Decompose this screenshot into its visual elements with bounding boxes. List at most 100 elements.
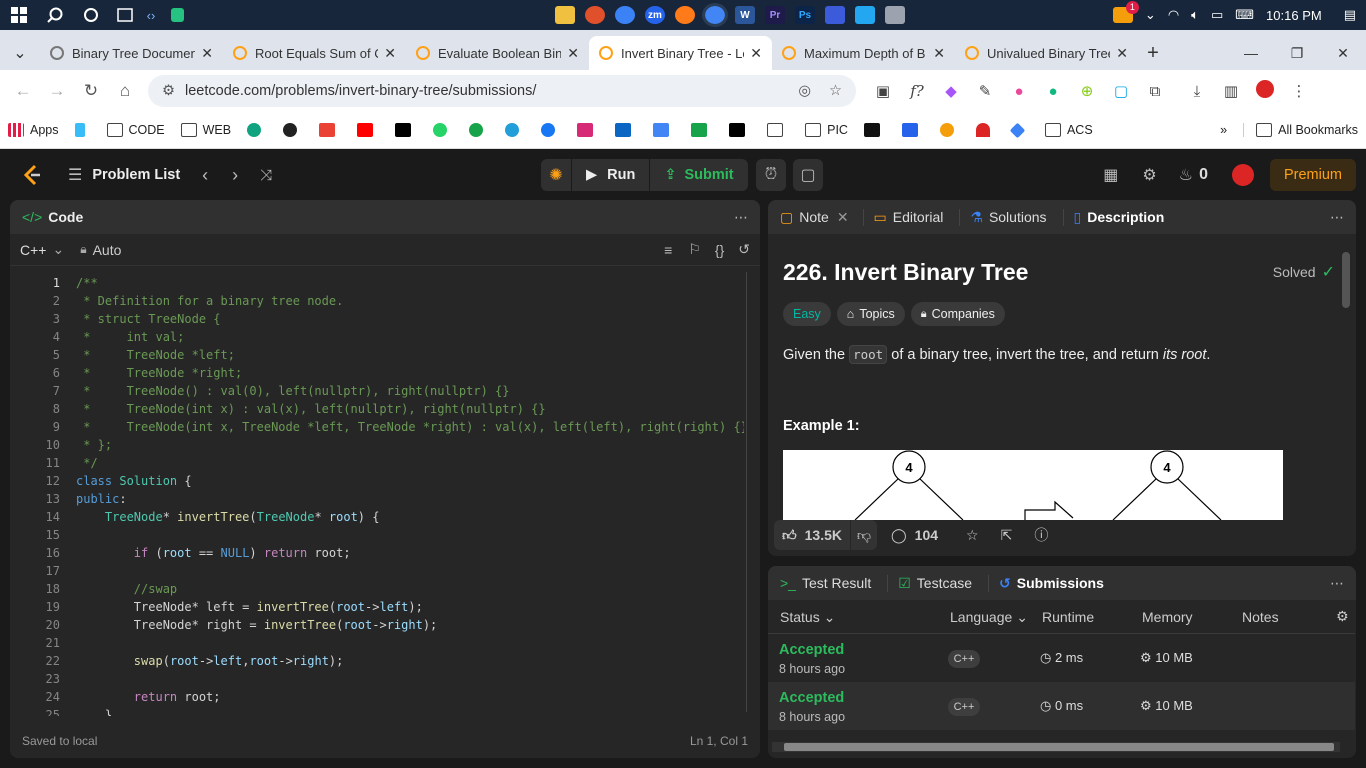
bookmark-folder[interactable] [767, 123, 789, 137]
bookmark-chatgpt[interactable] [247, 123, 267, 137]
clock[interactable]: 10:16 PM [1266, 8, 1322, 23]
bookmarks-overflow-icon[interactable]: » [1220, 123, 1227, 137]
prev-problem-icon[interactable]: ‹ [202, 165, 208, 186]
debug-icon[interactable]: ✺ [541, 165, 571, 185]
submission-status[interactable]: Accepted [779, 642, 844, 658]
panel-more-icon[interactable]: ⋯ [1330, 209, 1344, 226]
problem-list-link[interactable]: Problem List [92, 167, 180, 183]
bookmark-if[interactable] [729, 123, 751, 137]
leetcode-logo[interactable] [22, 164, 42, 186]
bookmark-star-icon[interactable]: ☆ [829, 83, 842, 99]
share-icon[interactable]: ⇱ [1001, 527, 1013, 544]
tab-1[interactable]: Root Equals Sum of C ✕ [223, 36, 406, 70]
bookmark-telegram[interactable] [505, 123, 525, 137]
remote-icon[interactable] [825, 6, 845, 24]
all-bookmarks[interactable]: All Bookmarks [1243, 123, 1358, 137]
layout-icon[interactable]: ▦ [1103, 165, 1118, 185]
cortana-icon[interactable] [78, 4, 104, 26]
star-icon[interactable]: ☆ [966, 527, 979, 544]
submission-row[interactable]: Accepted 8 hours ago C++ ◷ 0 ms ⚙︎ 10 MB [768, 682, 1355, 730]
close-icon[interactable]: ✕ [933, 45, 945, 62]
close-icon[interactable]: ✕ [1116, 45, 1128, 62]
bookmark-folder-acs[interactable]: ACS [1044, 123, 1093, 137]
tab-submissions[interactable]: ↺ Submissions [988, 574, 1104, 592]
notification-app-icon[interactable]: 1 [1112, 1, 1139, 23]
dislike-button[interactable]: 👎︎ [851, 520, 877, 550]
bookmark-translate[interactable] [653, 123, 675, 137]
submission-status[interactable]: Accepted [779, 690, 844, 706]
tab-test-result[interactable]: >_ Test Result [780, 575, 871, 591]
file-explorer-icon[interactable] [555, 6, 575, 24]
profile-avatar[interactable] [1248, 80, 1282, 102]
extension-icon[interactable]: ● [1002, 83, 1036, 100]
shuffle-icon[interactable]: ⤨ [260, 167, 272, 184]
close-icon[interactable]: ✕ [384, 45, 396, 62]
bookmark-mt[interactable] [863, 123, 886, 137]
bookmark-app[interactable] [1009, 122, 1029, 138]
extension-icon[interactable]: ◆ [934, 82, 968, 100]
autocomplete-toggle[interactable]: Auto [93, 242, 122, 258]
tab-editorial[interactable]: ▭ Editorial [862, 208, 943, 226]
format-icon[interactable]: ≡ [664, 242, 672, 258]
code-editor[interactable]: 1 /** 2 * Definition for a binary tree nod… [10, 266, 744, 716]
settings-gear-icon[interactable]: ⚙︎ [1336, 608, 1349, 625]
chrome-icon[interactable] [702, 3, 728, 27]
new-tab-button[interactable]: + [1138, 36, 1168, 70]
bookmark-x[interactable] [395, 123, 417, 137]
tab-0[interactable]: Binary Tree Documen ✕ [40, 36, 223, 70]
function-icon[interactable]: f? [900, 82, 934, 100]
tab-2[interactable]: Evaluate Boolean Bina ✕ [406, 36, 589, 70]
submit-button[interactable]: ⇪ Submit [649, 159, 747, 191]
streak-count[interactable]: 0 [1199, 166, 1208, 184]
close-icon[interactable]: ✕ [567, 45, 579, 62]
download-icon[interactable]: ⤓ [1180, 83, 1214, 100]
keyboard-icon[interactable]: ⌨︎ [1235, 7, 1254, 23]
panel-more-icon[interactable]: ⋯ [734, 209, 748, 226]
chat-icon[interactable] [615, 6, 635, 24]
bookmark-github[interactable] [283, 123, 303, 137]
battery-icon[interactable]: ▭ [1211, 7, 1223, 23]
panel-more-icon[interactable]: ⋯ [1330, 575, 1344, 592]
bookmark-youtube[interactable] [357, 123, 379, 137]
editor-scrollbar[interactable] [746, 272, 756, 712]
bookmark-apps[interactable]: Apps [8, 123, 59, 137]
list-icon[interactable]: ☰ [68, 165, 82, 185]
extension-icon[interactable]: ▢ [1104, 82, 1138, 100]
tab-description[interactable]: ▯ Description [1062, 208, 1164, 226]
bookmark-gmail[interactable] [319, 123, 341, 137]
submission-row[interactable]: Accepted 8 hours ago C++ ◷ 2 ms ⚙︎ 10 MB [768, 634, 1355, 682]
site-info-icon[interactable]: ⚙︎ [162, 83, 175, 99]
grammarly-icon[interactable]: ● [1036, 83, 1070, 100]
volume-icon[interactable]: 🔈︎ [1191, 7, 1199, 23]
run-button[interactable]: ▶ Run [571, 159, 649, 191]
col-language[interactable]: Language ⌄ [950, 609, 1028, 626]
next-problem-icon[interactable]: › [232, 165, 238, 186]
back-button[interactable]: ← [6, 81, 40, 101]
tab-5[interactable]: Univalued Binary Tree ✕ [955, 36, 1138, 70]
eye-off-icon[interactable]: ◎ [798, 83, 811, 99]
maximize-button[interactable]: ❐ [1274, 45, 1320, 62]
extensions-puzzle-icon[interactable]: ⧉ [1138, 83, 1172, 100]
horizontal-scrollbar[interactable] [772, 742, 1340, 752]
tab-solutions[interactable]: ⚗︎ Solutions [959, 208, 1047, 226]
like-button[interactable]: 👍︎ 13.5K [774, 520, 850, 550]
notes-button[interactable]: ▢ [793, 159, 823, 191]
devtools-icon[interactable]: ‹› [138, 4, 164, 26]
streak-flame-icon[interactable]: ♨︎ [1179, 165, 1193, 185]
bookmark-app[interactable] [975, 123, 996, 137]
bookmark-folder-code[interactable]: CODE [106, 123, 165, 137]
menu-kebab-icon[interactable]: ⋮ [1282, 82, 1316, 100]
close-window-button[interactable]: ✕ [1320, 45, 1366, 62]
close-icon[interactable]: ✕ [201, 45, 213, 62]
app-icon[interactable] [585, 6, 605, 24]
chevron-down-icon[interactable]: ⌄ [52, 241, 64, 258]
tab-search-icon[interactable]: ⌄ [0, 36, 40, 70]
tab-4[interactable]: Maximum Depth of B ✕ [772, 36, 955, 70]
task-view-icon[interactable] [112, 4, 138, 26]
bookmark-linkedin[interactable] [615, 123, 637, 137]
bookmark-instagram[interactable] [577, 123, 599, 137]
forward-button[interactable]: → [40, 81, 74, 101]
photoshop-icon[interactable]: Ps [795, 6, 815, 24]
user-avatar[interactable] [1231, 164, 1254, 186]
reload-button[interactable]: ↻ [74, 81, 108, 101]
